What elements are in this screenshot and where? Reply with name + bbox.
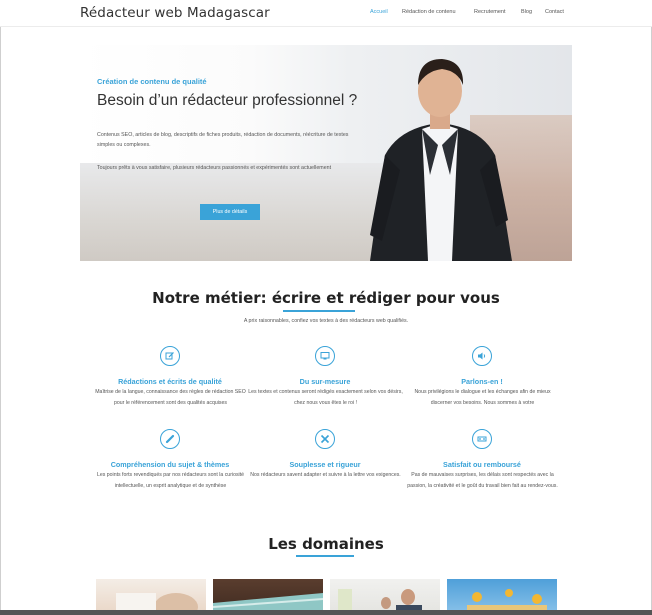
edit-icon xyxy=(160,346,180,366)
hero-description-2: Toujours prêts à vous satisfaire, plusie… xyxy=(97,165,332,171)
nav-recrutement[interactable]: Recrutement xyxy=(474,9,506,15)
more-details-button[interactable]: Plus de détails xyxy=(200,204,260,220)
window-bottom-bar xyxy=(0,610,652,615)
feature-title-6: Satisfait ou remboursé xyxy=(443,460,521,469)
section-title-underline xyxy=(283,310,355,312)
feature-title-3: Parlons-en ! xyxy=(461,377,503,386)
link-icon xyxy=(160,429,180,449)
site-header: Rédacteur web Madagascar Accueil Rédacti… xyxy=(0,0,652,27)
nav-accueil[interactable]: Accueil xyxy=(370,9,388,15)
hero-man-image xyxy=(370,59,512,261)
nav-blog[interactable]: Blog xyxy=(521,9,532,15)
feature-title-2: Du sur-mesure xyxy=(299,377,351,386)
feature-title-5: Souplesse et rigueur xyxy=(289,460,361,469)
feature-title-1: Rédactions et écrits de qualité xyxy=(118,377,222,386)
feature-desc-4: Les points forts revendiqués par nos réd… xyxy=(96,472,245,489)
hero-title: Besoin d’un rédacteur professionnel ? xyxy=(97,92,358,109)
feature-desc-3: Nous privilégions le dialogue et les éch… xyxy=(414,389,551,406)
speaker-icon xyxy=(472,346,492,366)
feature-title-4: Compréhension du sujet & thèmes xyxy=(110,460,230,469)
hero-description: Contenus SEO, articles de blog, descript… xyxy=(97,132,349,148)
section-subtitle: A prix raisonnables, confiez vos textes … xyxy=(243,318,409,324)
tools-icon xyxy=(315,429,335,449)
nav-contact[interactable]: Contact xyxy=(545,9,564,15)
domains-title-underline xyxy=(296,555,354,557)
feature-desc-5: Nos rédacteurs savent adapter et suivre … xyxy=(250,472,401,478)
feature-desc-6: Pas de mauvaises surprises, les délais s… xyxy=(407,472,558,489)
nav-redaction[interactable]: Rédaction de contenu xyxy=(402,9,456,15)
domains-title: Les domaines xyxy=(268,535,384,553)
feature-desc-1: Maîtrise de la langue, connaissance des … xyxy=(95,389,246,406)
hero-banner: Création de contenu de qualité Besoin d’… xyxy=(80,45,572,261)
hero-kicker: Création de contenu de qualité xyxy=(97,77,207,86)
support-icon xyxy=(472,429,492,449)
feature-desc-2: Les textes et contenus seront rédigés ex… xyxy=(248,389,403,406)
site-brand[interactable]: Rédacteur web Madagascar xyxy=(80,5,270,21)
section-title: Notre métier: écrire et rédiger pour vou… xyxy=(152,289,500,307)
monitor-icon xyxy=(315,346,335,366)
